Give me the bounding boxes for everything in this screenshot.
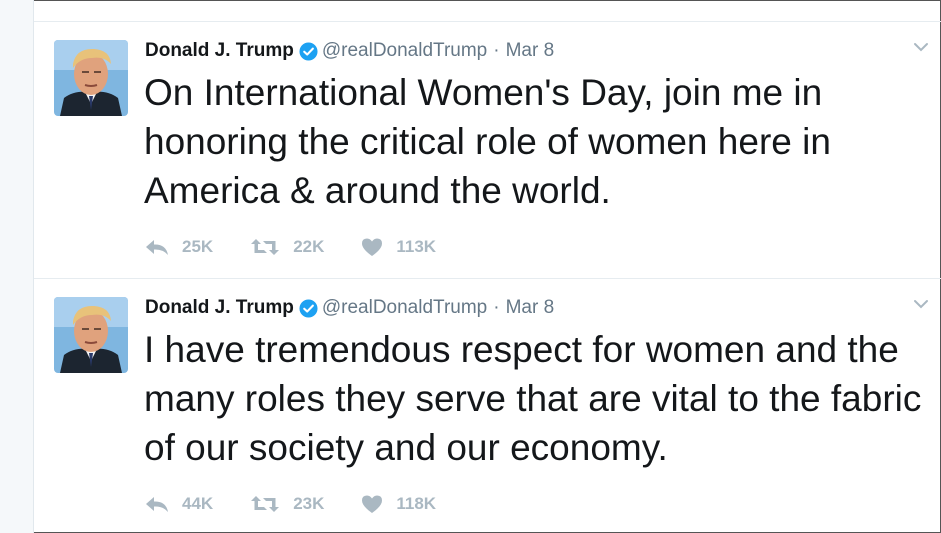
reply-icon (144, 494, 170, 514)
tweet-text: I have tremendous respect for women and … (144, 329, 922, 468)
left-gutter (0, 0, 34, 533)
tweet-2[interactable]: Donald J. Trump @realDonaldTrump · Mar 8… (34, 279, 941, 533)
header-separator: · (493, 40, 500, 61)
reply-button[interactable]: 44K (144, 494, 213, 514)
reply-count: 44K (182, 494, 214, 513)
tweet-actions: 25K 22K 113K (144, 235, 472, 259)
retweet-count: 22K (293, 237, 325, 256)
verified-badge-icon (299, 298, 318, 318)
like-heart-icon (360, 494, 384, 514)
author-handle[interactable]: @realDonaldTrump (322, 297, 487, 319)
tweet-header: Donald J. Trump @realDonaldTrump · Mar 8 (145, 39, 554, 63)
author-handle[interactable]: @realDonaldTrump (322, 40, 487, 62)
retweet-icon (249, 237, 281, 257)
reply-button[interactable]: 25K (144, 237, 213, 257)
avatar-portrait (54, 40, 128, 116)
tweet-header: Donald J. Trump @realDonaldTrump · Mar 8 (145, 296, 554, 320)
avatar[interactable] (54, 297, 128, 373)
tweet-1[interactable]: Donald J. Trump @realDonaldTrump · Mar 8… (34, 22, 941, 279)
retweet-count: 23K (293, 494, 325, 513)
retweet-button[interactable]: 23K (249, 494, 324, 514)
tweet-actions: 44K 23K 118K (144, 492, 472, 516)
verified-badge-icon (299, 41, 318, 61)
reply-count: 25K (182, 237, 214, 256)
author-name[interactable]: Donald J. Trump (145, 297, 294, 319)
author-name[interactable]: Donald J. Trump (145, 40, 294, 62)
retweet-button[interactable]: 22K (249, 237, 324, 257)
tweet-timestamp[interactable]: Mar 8 (506, 40, 555, 62)
chevron-down-icon[interactable] (913, 297, 929, 309)
like-heart-icon (360, 237, 384, 257)
timeline-feed: Donald J. Trump @realDonaldTrump · Mar 8… (34, 0, 941, 533)
like-button[interactable]: 118K (360, 494, 436, 514)
retweet-icon (249, 494, 281, 514)
chevron-down-icon[interactable] (913, 40, 929, 52)
like-count: 113K (396, 237, 437, 256)
like-count: 118K (396, 494, 437, 513)
reply-icon (144, 237, 170, 257)
avatar-portrait (54, 297, 128, 373)
avatar[interactable] (54, 40, 128, 116)
previous-tweet-edge (34, 0, 941, 22)
tweet-timestamp[interactable]: Mar 8 (506, 297, 555, 319)
header-separator: · (493, 297, 500, 318)
like-button[interactable]: 113K (360, 237, 436, 257)
tweet-text: On International Women's Day, join me in… (144, 72, 831, 211)
